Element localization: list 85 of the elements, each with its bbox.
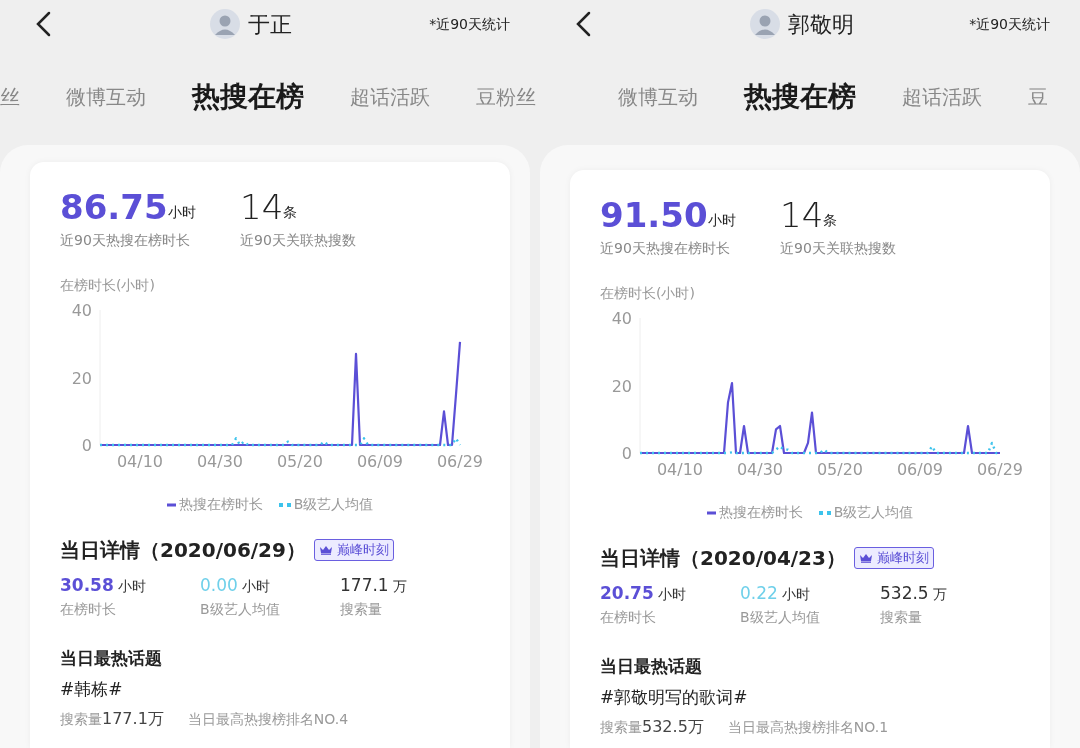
x-tick-label: 06/09 [356, 452, 404, 471]
x-tick-label: 04/30 [196, 452, 244, 471]
x-tick-label: 06/09 [896, 460, 944, 479]
summary-label: 近90天热搜在榜时长 [600, 239, 730, 258]
stat-unit: 小时 [781, 585, 810, 604]
topic-name: #郭敬明写的歌词# [600, 686, 749, 709]
tab[interactable]: 热搜在榜 [744, 75, 856, 118]
stat-value: 177.1 [340, 574, 389, 597]
x-tick-label: 05/20 [276, 452, 324, 471]
avatar [750, 9, 780, 39]
peak-badge: 巅峰时刻 [313, 539, 394, 561]
volume-value: 532.5万 [642, 715, 704, 738]
detail-title: 当日详情（2020/04/23） [600, 545, 846, 572]
avatar [210, 9, 240, 39]
y-tick-label: 20 [611, 376, 632, 396]
summary-value: 14 [780, 196, 824, 234]
detail-title: 当日详情（2020/06/29） [60, 537, 306, 564]
y-tick-label: 0 [81, 436, 92, 455]
summary-value: 86.75 [60, 188, 168, 226]
peak-badge: 巅峰时刻 [853, 547, 934, 569]
stat-value: 30.58 [60, 574, 114, 597]
x-tick-label: 06/29 [436, 452, 484, 471]
y-tick-label: 40 [611, 309, 632, 328]
stat-label: 在榜时长 [60, 599, 117, 619]
tab[interactable]: 丝 [0, 81, 20, 112]
stat-value: 0.22 [740, 582, 778, 605]
stat-label: 搜索量 [880, 607, 923, 627]
axis-title: 在榜时长(小时) [60, 276, 156, 295]
topic-name: #韩栋# [60, 678, 124, 701]
tab[interactable]: 微博互动 [618, 81, 698, 112]
x-tick-label: 04/10 [656, 460, 704, 479]
tab[interactable]: 超话活跃 [902, 81, 982, 112]
crown-icon [858, 553, 873, 563]
legend-label: 热搜在榜时长 [718, 503, 803, 522]
stat-label: 搜索量 [340, 599, 383, 619]
topic-heading: 当日最热话题 [600, 654, 703, 678]
stat-value: 532.5 [880, 582, 929, 605]
stat-value: 20.75 [600, 582, 654, 605]
summary-value: 91.50 [600, 196, 708, 234]
summary-label: 近90天关联热搜数 [780, 239, 896, 258]
y-tick-label: 20 [71, 368, 92, 388]
back-icon[interactable] [574, 10, 592, 38]
stat-value: 0.00 [200, 574, 238, 597]
summary-unit: 小时 [167, 204, 196, 222]
stat-unit: 小时 [241, 577, 270, 596]
legend-label: B级艺人均值 [833, 503, 914, 522]
volume-label: 搜索量 [60, 709, 102, 729]
legend-label: B级艺人均值 [293, 495, 374, 514]
crown-icon [318, 545, 333, 555]
rank-text: 当日最高热搜榜排名NO.4 [187, 709, 349, 729]
stat-unit: 小时 [657, 585, 686, 604]
legend-label: 热搜在榜时长 [178, 495, 263, 514]
stats-note: *近90天统计 [429, 14, 510, 34]
volume-value: 177.1万 [102, 707, 164, 730]
profile-name: 郭敬明 [788, 10, 854, 39]
x-tick-label: 05/20 [816, 460, 864, 479]
y-tick-label: 40 [71, 301, 92, 320]
stat-unit: 万 [392, 577, 407, 596]
back-icon[interactable] [34, 10, 52, 38]
summary-unit: 条 [283, 204, 298, 222]
profile-name: 于正 [248, 10, 292, 39]
tab[interactable]: 超话活跃 [350, 81, 430, 112]
summary-label: 近90天关联热搜数 [240, 231, 356, 250]
topic-heading: 当日最热话题 [60, 646, 163, 670]
rank-text: 当日最高热搜榜排名NO.1 [727, 717, 889, 737]
stat-label: 在榜时长 [600, 607, 657, 627]
summary-unit: 条 [823, 212, 838, 230]
x-tick-label: 04/30 [736, 460, 784, 479]
summary-value: 14 [240, 188, 284, 226]
tab[interactable]: 热搜在榜 [192, 75, 304, 118]
volume-label: 搜索量 [600, 717, 642, 737]
y-tick-label: 0 [621, 444, 632, 463]
tab[interactable]: 豆 [1028, 81, 1048, 112]
stat-label: B级艺人均值 [740, 607, 821, 627]
stat-label: B级艺人均值 [200, 599, 281, 619]
summary-label: 近90天热搜在榜时长 [60, 231, 190, 250]
axis-title: 在榜时长(小时) [600, 284, 696, 303]
x-tick-label: 06/29 [976, 460, 1024, 479]
summary-unit: 小时 [707, 212, 736, 230]
tab[interactable]: 微博互动 [66, 81, 146, 112]
stats-note: *近90天统计 [969, 14, 1050, 34]
x-tick-label: 04/10 [116, 452, 164, 471]
stat-unit: 万 [932, 585, 947, 604]
stat-unit: 小时 [117, 577, 146, 596]
tab[interactable]: 豆粉丝 [476, 81, 536, 112]
